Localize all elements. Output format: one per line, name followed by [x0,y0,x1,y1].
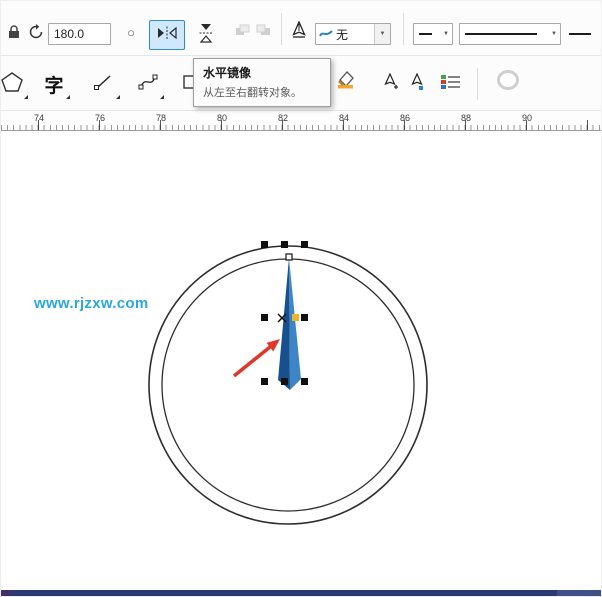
outline-width-value: 无 [336,27,349,42]
taskbar-right-segment [557,590,601,596]
flyout-arrow-icon [160,95,164,99]
horizontal-ruler[interactable]: 74 76 78 80 82 84 86 88 90 [1,111,601,131]
flyout-arrow-icon [66,95,70,99]
fill-bucket-icon [335,70,357,95]
watermark-text: www.rjzxw.com [34,295,149,312]
outline-width-dropdown[interactable]: 无 ▼ [315,23,391,45]
rotate-icon [28,23,44,45]
separator [477,68,478,100]
taskbar-left-segment [1,590,12,596]
layer-order-back-icon [256,23,271,41]
drawing-canvas[interactable]: www.rjzxw.com [1,131,601,590]
order-back-button[interactable] [254,24,272,40]
rotation-angle-input[interactable] [48,23,111,45]
apex-node[interactable] [285,253,293,261]
freehand-tool-button[interactable] [85,66,123,102]
ruler-major-ticks [38,120,601,130]
selected-node[interactable] [292,314,299,321]
taskbar-strip [1,590,601,596]
text-tool-glyph: 字 [44,75,64,97]
mirror-horizontal-icon [157,26,177,45]
separator [403,13,404,45]
ruler-number: 84 [338,113,350,123]
flyout-arrow-icon [116,95,120,99]
outline-style-icon [316,28,333,40]
ruler-number: 78 [155,113,167,123]
bezier-curve-icon [138,73,158,96]
canvas-drawing [148,241,428,525]
tooltip-title: 水平镜像 [203,66,252,80]
pen-nib-icon [290,19,308,44]
app-window: ○ [0,0,602,597]
separator [281,13,282,45]
polygon-tool-button[interactable] [1,66,31,102]
mirror-vertical-button[interactable] [189,20,223,50]
ruler-number: 88 [460,113,472,123]
line-style-dropdown[interactable]: ▼ [459,23,561,45]
chevron-down-icon[interactable]: ▼ [551,31,560,37]
mirror-horizontal-button[interactable] [149,20,185,50]
pen-plus-icon [383,72,399,96]
line-style-preview [465,33,537,35]
line-end-style-preview[interactable] [569,33,591,35]
polygon-icon [1,71,23,97]
pen-tool-button[interactable] [377,66,405,102]
ellipse-glyph: ○ [127,24,135,40]
line-style-preview [419,33,432,35]
ruler-number: 74 [33,113,45,123]
text-tool-button[interactable]: 字 [35,66,73,102]
chevron-down-icon[interactable]: ▼ [374,24,390,44]
line-start-style-dropdown[interactable]: ▼ [413,23,453,45]
round-indicator-icon[interactable]: ○ [123,24,139,40]
freehand-line-icon [94,73,114,96]
lock-icon [7,24,21,44]
mirror-vertical-icon [199,23,213,48]
smart-fill-tool-button[interactable] [327,64,365,100]
chevron-down-icon[interactable]: ▼ [443,31,452,37]
nib-dot-icon [409,72,425,96]
ruler-number: 76 [94,113,106,123]
calligraphy-tool-button[interactable] [403,66,431,102]
property-bar: ○ [1,1,601,56]
bezier-tool-button[interactable] [129,66,167,102]
layer-order-icon [235,23,250,41]
tooltip: 水平镜像 从左至右翻转对象。 [193,58,331,107]
lock-ratio-button[interactable] [6,24,22,44]
ruler-number: 90 [521,113,533,123]
object-properties-button[interactable] [433,66,467,102]
ruler-number: 80 [216,113,228,123]
ellipse-tool-button-disabled[interactable] [489,64,527,100]
ruler-number: 82 [277,113,289,123]
order-front-button[interactable] [233,24,251,40]
ruler-number: 86 [399,113,411,123]
properties-list-icon [440,74,461,95]
outline-pen-button[interactable] [289,19,309,44]
flyout-arrow-icon [24,95,28,99]
tooltip-description: 从左至右翻转对象。 [203,87,302,99]
ellipse-ring-icon [496,69,520,96]
rotation-button[interactable] [27,23,45,45]
